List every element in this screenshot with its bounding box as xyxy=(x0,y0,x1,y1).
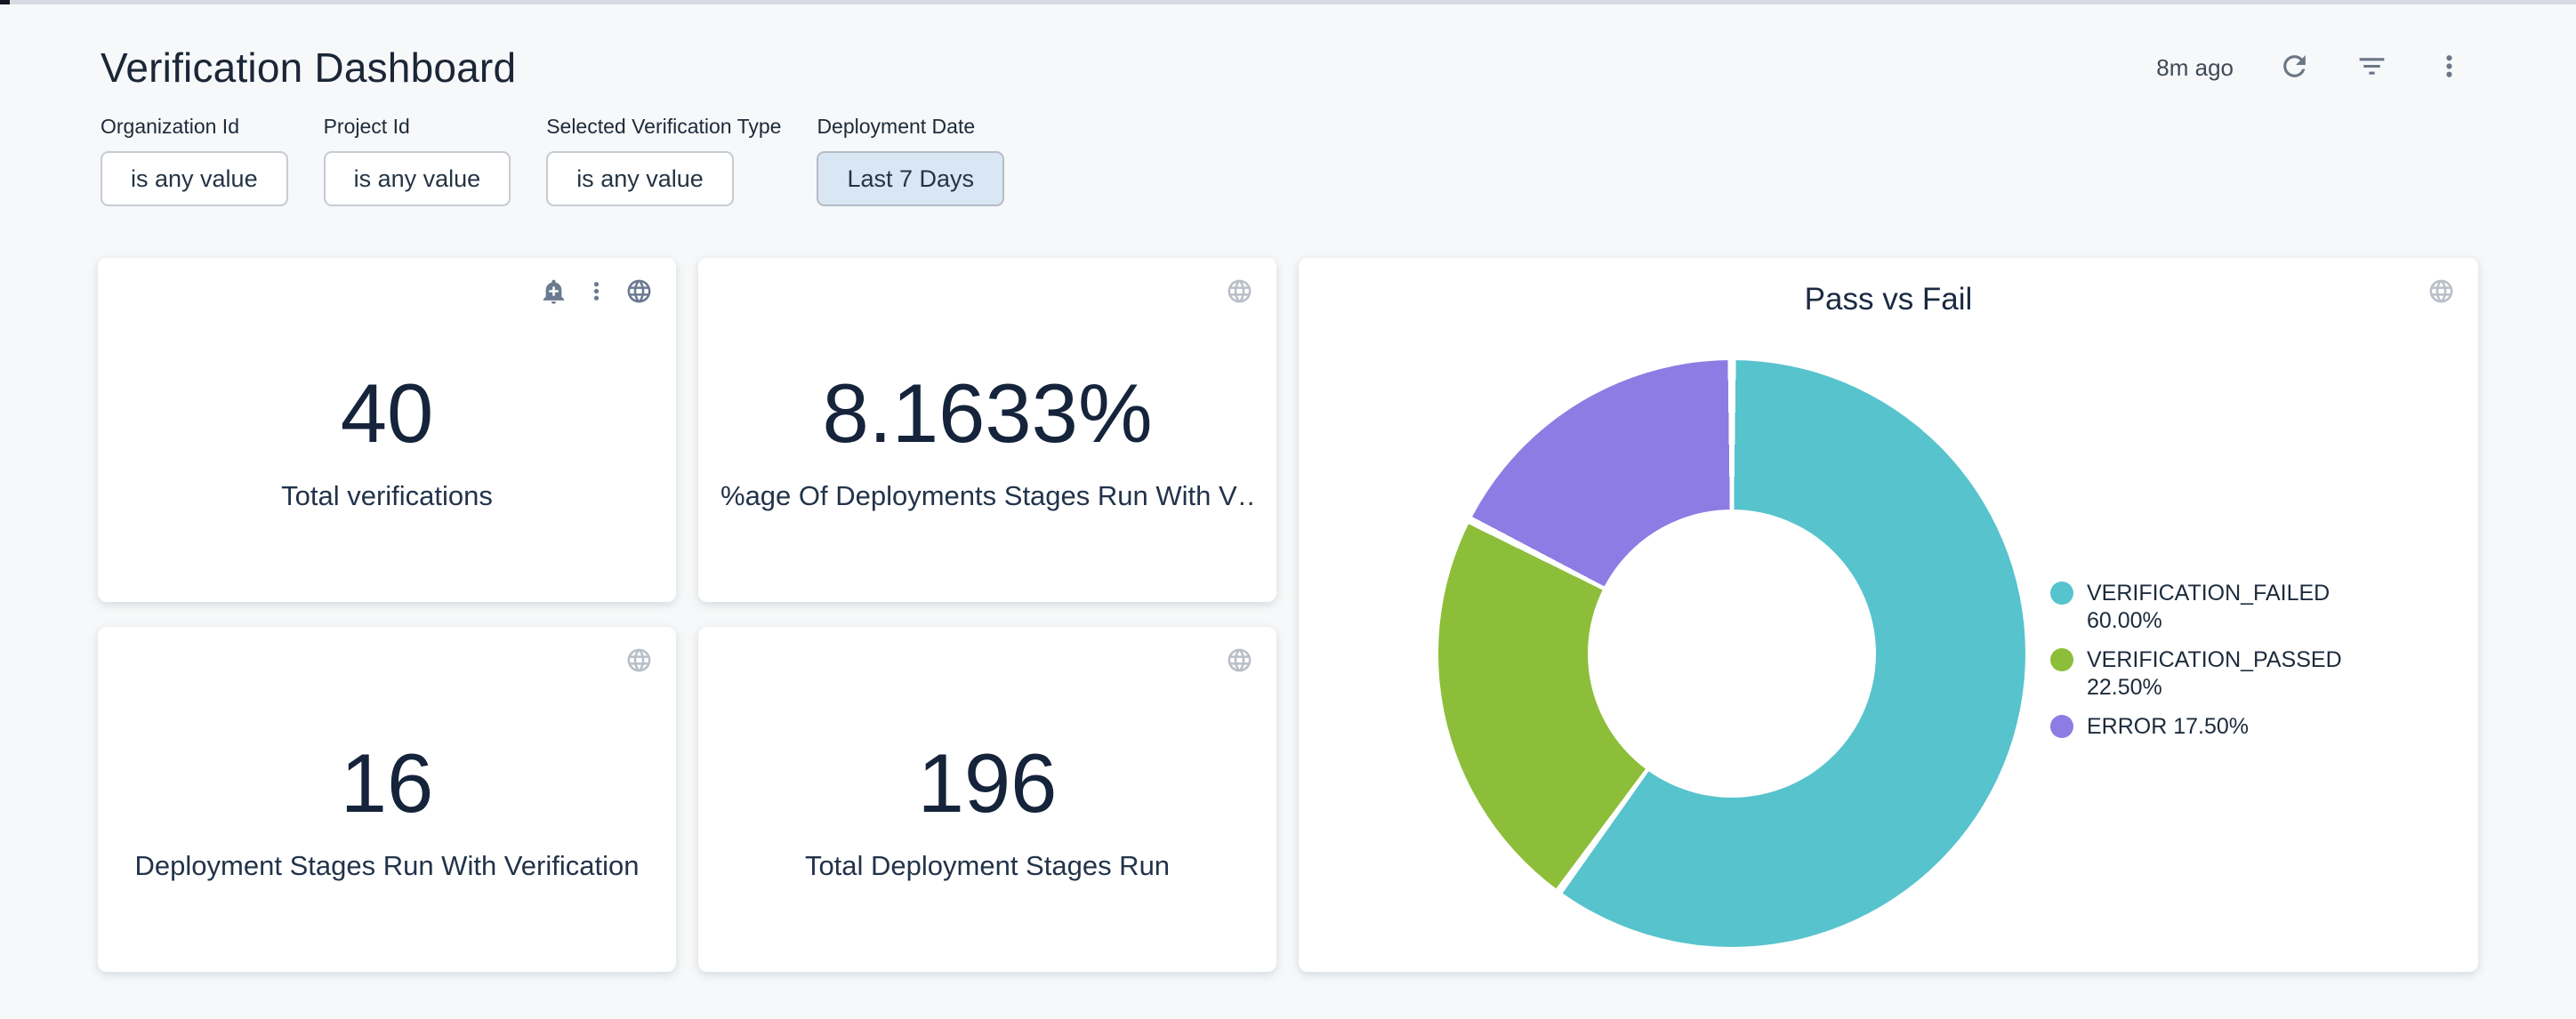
alert-bell-icon xyxy=(540,277,568,308)
globe-icon xyxy=(625,277,653,308)
stat-value: 40 xyxy=(341,365,434,461)
tile-actions xyxy=(1226,646,1253,677)
filter-value-button[interactable]: is any value xyxy=(101,151,288,206)
page-title: Verification Dashboard xyxy=(101,44,516,92)
globe-icon xyxy=(1226,277,1253,308)
filter-value-button[interactable]: Last 7 Days xyxy=(817,151,1004,206)
chart-title: Pass vs Fail xyxy=(1299,282,2478,317)
timezone-globe-button[interactable] xyxy=(1226,277,1253,308)
legend-color-dot xyxy=(2050,582,2073,605)
stat-label: Total Deployment Stages Run xyxy=(805,850,1170,882)
filter-selected-verification-type: Selected Verification Type is any value xyxy=(546,115,781,206)
filter-label: Selected Verification Type xyxy=(546,115,781,139)
filter-deployment-date: Deployment Date Last 7 Days xyxy=(817,115,1004,206)
stat-value: 8.1633% xyxy=(822,365,1152,461)
legend-label: VERIFICATION_FAILED 60.00% xyxy=(2087,580,2363,635)
filters-toggle-button[interactable] xyxy=(2355,50,2388,85)
tile-total-deployment-stages-run: 196 Total Deployment Stages Run xyxy=(698,627,1276,972)
alert-bell-button[interactable] xyxy=(540,277,568,308)
timezone-globe-button[interactable] xyxy=(1226,646,1253,677)
legend-color-dot xyxy=(2050,648,2073,671)
legend-color-dot xyxy=(2050,715,2073,738)
dashboard-menu-button[interactable] xyxy=(2433,50,2466,85)
refresh-icon xyxy=(2278,50,2311,85)
stat-label: %age Of Deployments Stages Run With V… xyxy=(720,480,1254,512)
legend-item[interactable]: VERIFICATION_PASSED 22.50% xyxy=(2050,646,2363,702)
stat-label: Total verifications xyxy=(281,480,493,512)
globe-icon xyxy=(625,646,653,677)
stat-value: 196 xyxy=(918,735,1058,830)
tile-pct-deployment-stages-with-verifications: 8.1633% %age Of Deployments Stages Run W… xyxy=(698,258,1276,602)
tile-total-verifications: 40 Total verifications xyxy=(98,258,676,602)
dashboard-header: Verification Dashboard 8m ago xyxy=(0,4,2576,92)
tile-deployment-stages-run-with-verification: 16 Deployment Stages Run With Verificati… xyxy=(98,627,676,972)
dashboard-grid: 40 Total verifications 8.1633% %age Of D… xyxy=(98,258,2478,972)
stat-label: Deployment Stages Run With Verification xyxy=(135,850,640,882)
donut-chart[interactable] xyxy=(1438,360,2025,947)
filter-label: Organization Id xyxy=(101,115,288,139)
tile-actions xyxy=(540,277,653,308)
legend-label: ERROR 17.50% xyxy=(2087,713,2249,741)
filter-value-button[interactable]: is any value xyxy=(546,151,734,206)
chart-legend: VERIFICATION_FAILED 60.00% VERIFICATION_… xyxy=(2050,580,2363,752)
tile-actions xyxy=(2427,277,2455,308)
globe-icon xyxy=(1226,646,1253,677)
timezone-globe-button[interactable] xyxy=(2427,277,2455,308)
globe-icon xyxy=(2427,277,2455,308)
tile-actions xyxy=(625,646,653,677)
filter-value-button[interactable]: is any value xyxy=(324,151,511,206)
filter-project-id: Project Id is any value xyxy=(324,115,511,206)
tile-actions xyxy=(1226,277,1253,308)
window-top-edge xyxy=(0,0,2576,4)
filter-bar: Organization Id is any value Project Id … xyxy=(0,92,2576,206)
filter-organization-id: Organization Id is any value xyxy=(101,115,288,206)
stat-value: 16 xyxy=(341,735,434,830)
filter-label: Project Id xyxy=(324,115,511,139)
filter-icon xyxy=(2355,50,2388,85)
filter-label: Deployment Date xyxy=(817,115,1004,139)
tile-pass-vs-fail-chart: Pass vs Fail VERIFICATION_FAILED 60.00% … xyxy=(1299,258,2478,972)
refresh-button[interactable] xyxy=(2278,50,2311,85)
header-actions: 8m ago xyxy=(2156,50,2466,85)
last-refresh-time: 8m ago xyxy=(2156,54,2234,82)
tile-menu-button[interactable] xyxy=(583,277,610,308)
donut-hole xyxy=(1588,509,1876,798)
legend-label: VERIFICATION_PASSED 22.50% xyxy=(2087,646,2363,702)
kebab-menu-icon xyxy=(583,277,610,308)
legend-item[interactable]: VERIFICATION_FAILED 60.00% xyxy=(2050,580,2363,635)
timezone-globe-button[interactable] xyxy=(625,277,653,308)
window-corner-fragment xyxy=(0,0,10,4)
legend-item[interactable]: ERROR 17.50% xyxy=(2050,713,2363,741)
timezone-globe-button[interactable] xyxy=(625,646,653,677)
kebab-menu-icon xyxy=(2433,50,2466,85)
